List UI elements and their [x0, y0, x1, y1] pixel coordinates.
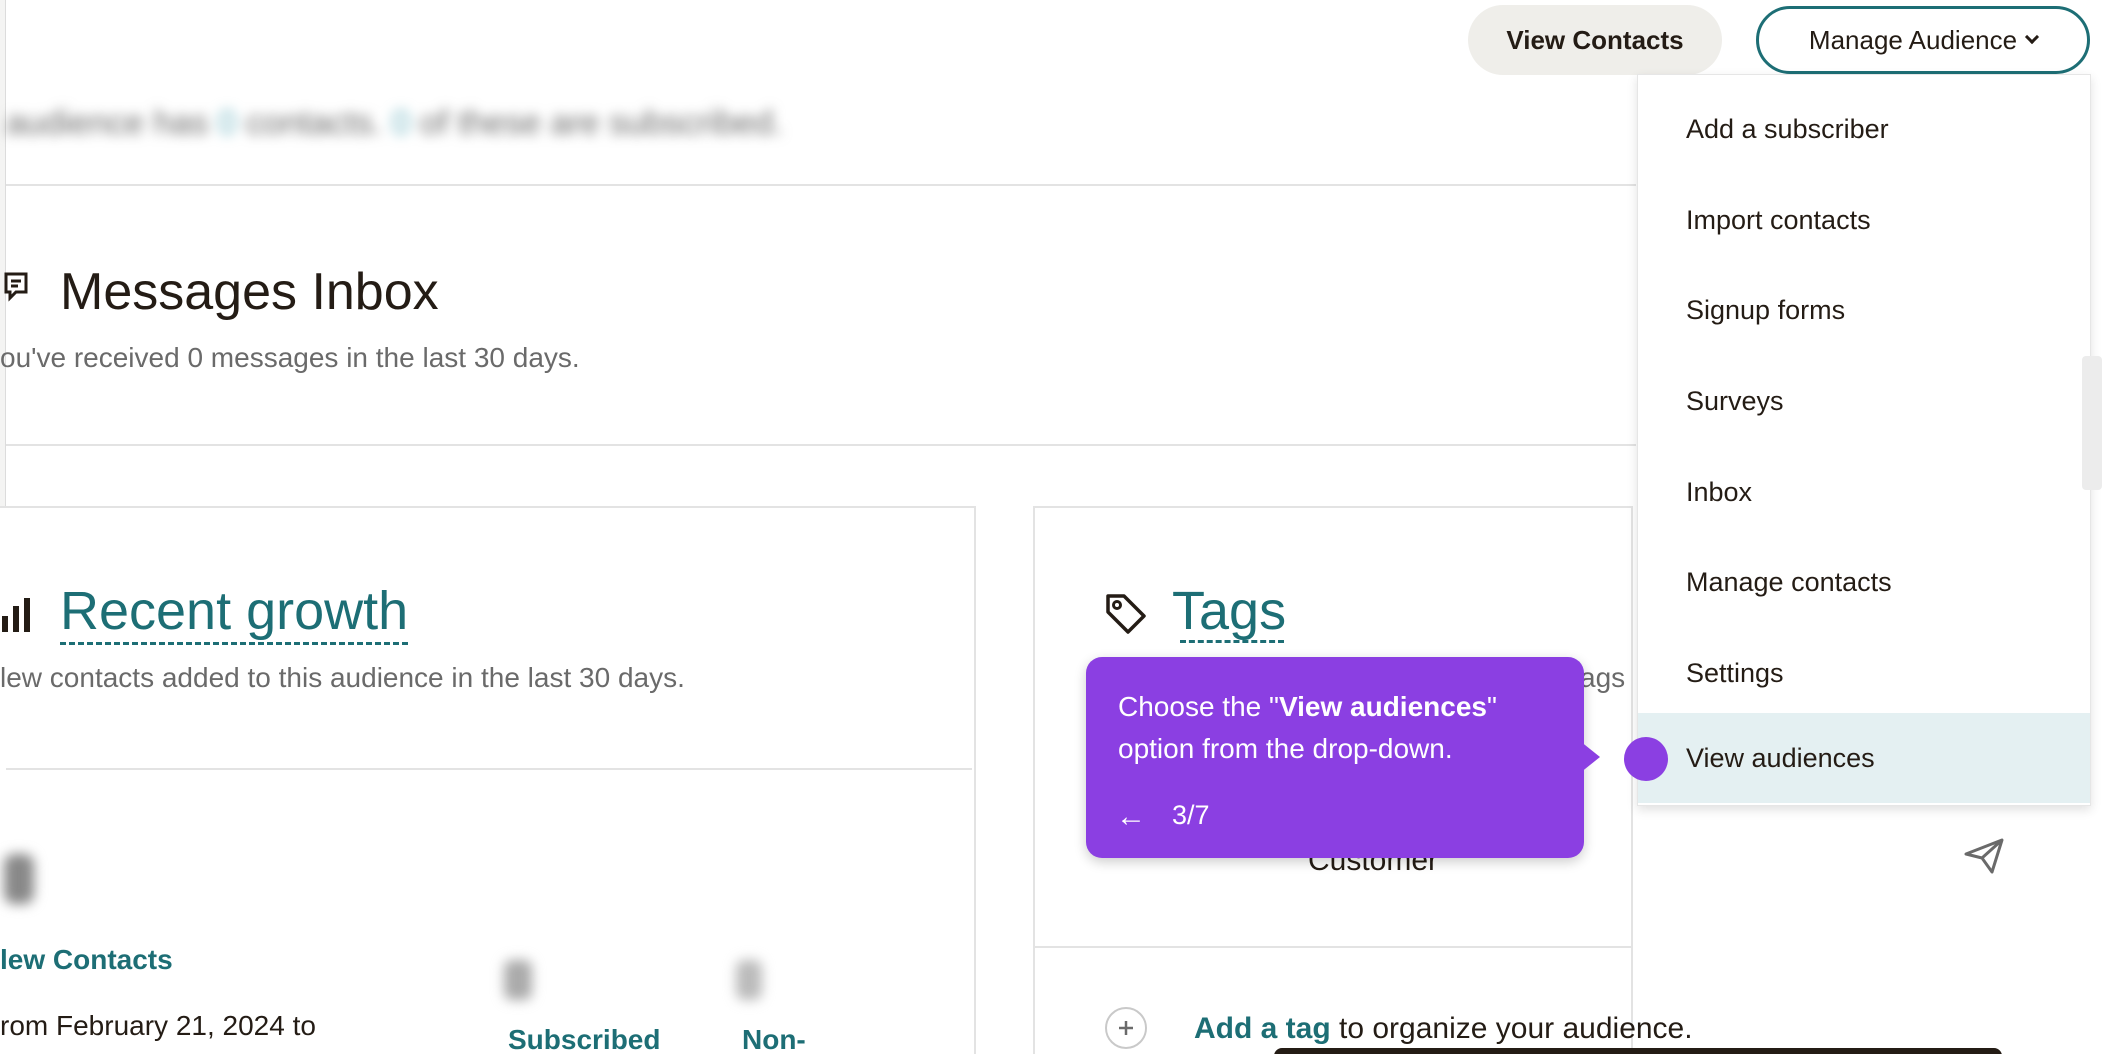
manage-audience-label: Manage Audience: [1808, 24, 2018, 55]
send-icon[interactable]: [1964, 838, 2004, 874]
menu-item-manage-contacts[interactable]: Manage contacts: [1638, 537, 2090, 627]
tooltip-arrow: [1580, 741, 1600, 773]
divider: [6, 768, 972, 770]
chevron-down-icon: [2025, 29, 2040, 45]
arrow-left-icon[interactable]: ←: [1116, 800, 1146, 834]
manage-audience-dropdown: Add a subscriber Import contacts Signup …: [1637, 74, 2091, 806]
divider: [6, 444, 1636, 446]
view-contacts-button[interactable]: View Contacts: [1468, 5, 1722, 75]
guide-hotspot-dot: [1624, 737, 1668, 781]
date-range-text: rom February 21, 2024 to: [0, 1010, 316, 1041]
add-tag-rest: to organize your audience.: [1330, 1012, 1693, 1045]
menu-item-signup-forms[interactable]: Signup forms: [1638, 265, 2090, 355]
menu-item-surveys[interactable]: Surveys: [1638, 356, 2090, 446]
plus-circle-icon[interactable]: [1104, 1006, 1148, 1050]
tooltip-step-counter: 3/7: [1172, 800, 1210, 830]
bar-chart-icon: [2, 598, 30, 632]
tags-title[interactable]: Tags: [1172, 580, 1286, 642]
subscribed-label[interactable]: Subscribed: [508, 1024, 660, 1054]
divider: [6, 184, 1636, 186]
scrollbar-thumb[interactable]: [2082, 356, 2102, 490]
inbox-description: ou've received 0 messages in the last 30…: [0, 342, 580, 373]
non-subscribed-count: [736, 960, 762, 1000]
inbox-title: Messages Inbox: [60, 263, 439, 321]
non-subscribed-label[interactable]: Non-: [742, 1024, 806, 1054]
tags-title-underline: [1180, 640, 1284, 643]
subscribed-count: [504, 960, 532, 1000]
menu-item-add-subscriber[interactable]: Add a subscriber: [1638, 84, 2090, 174]
tooltip-text: Choose the "View audiences" option from …: [1118, 691, 1497, 764]
menu-item-view-audiences[interactable]: View audiences: [1638, 713, 2090, 803]
tags-description: ags: [1580, 662, 1626, 693]
new-contacts-count: [4, 854, 34, 904]
audience-summary: audience has 0 contacts. 0 of these are …: [6, 104, 783, 142]
menu-item-import-contacts[interactable]: Import contacts: [1638, 175, 2090, 265]
menu-item-inbox[interactable]: Inbox: [1638, 447, 2090, 537]
chat-lines-icon: [4, 272, 28, 302]
bottom-bar: [1274, 1048, 2002, 1054]
recent-growth-title[interactable]: Recent growth: [60, 580, 409, 645]
divider: [1035, 946, 1633, 948]
menu-item-settings[interactable]: Settings: [1638, 628, 2090, 718]
add-tag-prompt: Add a tag to organize your audience.: [1194, 1012, 1693, 1046]
manage-audience-button[interactable]: Manage Audience: [1756, 6, 2090, 74]
tag-icon: [1106, 594, 1146, 634]
add-tag-link[interactable]: Add a tag: [1194, 1012, 1331, 1045]
new-contacts-label[interactable]: lew Contacts: [0, 944, 173, 976]
recent-growth-description: lew contacts added to this audience in t…: [0, 662, 685, 693]
